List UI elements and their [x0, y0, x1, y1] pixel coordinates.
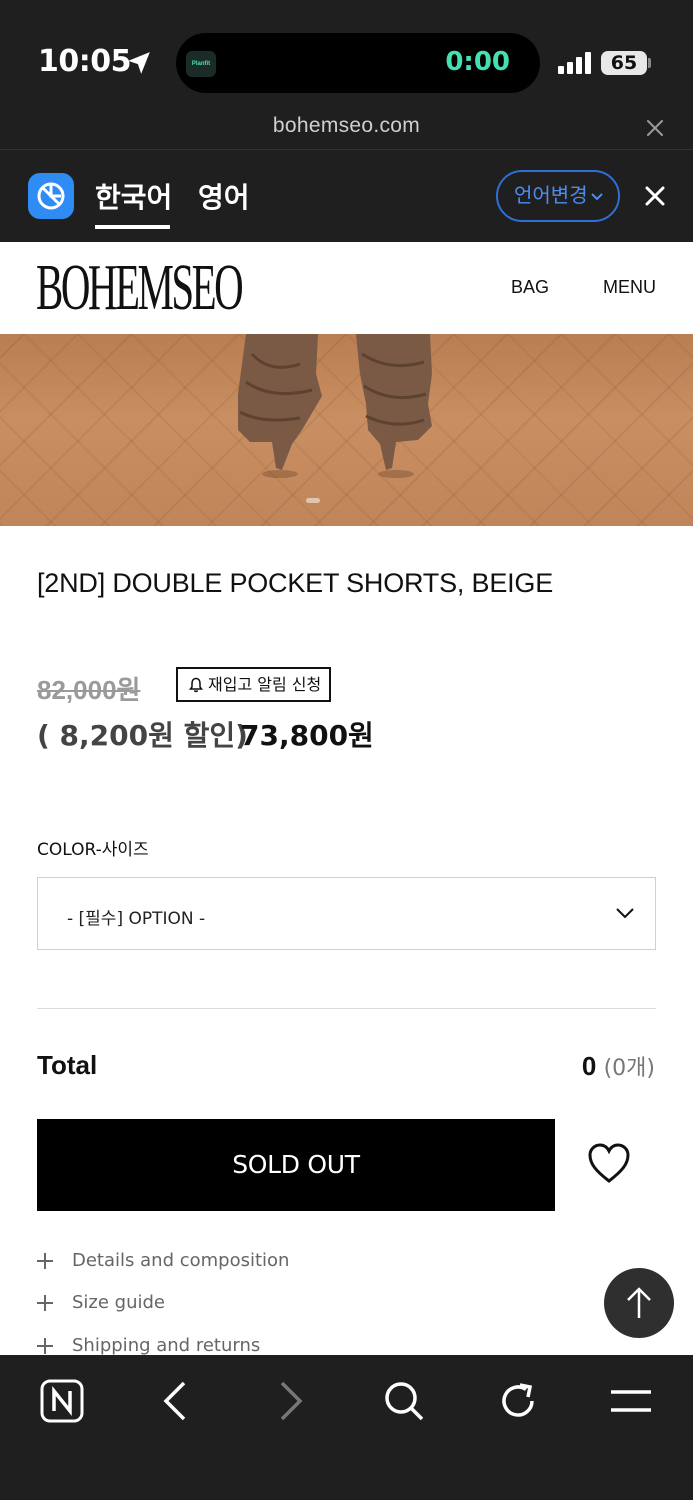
forward-icon[interactable]	[266, 1377, 314, 1425]
translate-logo-icon	[28, 173, 74, 219]
change-language-button[interactable]: 언어변경	[496, 170, 620, 222]
tab-active-indicator	[95, 225, 170, 229]
restock-alert-button[interactable]: 재입고 알림 신청	[176, 667, 331, 702]
total-count: (0개)	[603, 1056, 655, 1081]
product-image[interactable]	[0, 334, 693, 526]
sold-out-button[interactable]: SOLD OUT	[37, 1119, 555, 1211]
accordion-size-guide[interactable]: Size guide	[36, 1290, 336, 1318]
option-select-value: - [필수] OPTION -	[67, 909, 206, 929]
tab-korean[interactable]: 한국어	[95, 176, 172, 216]
accordion-label: Shipping and returns	[72, 1335, 261, 1356]
bell-icon	[189, 677, 203, 693]
total-value: 0 (0개)	[582, 1050, 655, 1082]
refresh-icon[interactable]	[494, 1377, 542, 1425]
signal-icon	[558, 52, 594, 74]
accordion-details[interactable]: Details and composition	[36, 1248, 336, 1276]
island-timer: 0:00	[445, 47, 510, 77]
price-discount: ( 8,200원 할인)	[37, 719, 248, 752]
restock-alert-label: 재입고 알림 신청	[208, 675, 322, 694]
status-time: 10:05	[38, 44, 132, 79]
menu-icon[interactable]	[607, 1377, 655, 1425]
location-arrow-icon	[128, 52, 150, 74]
option-select[interactable]: - [필수] OPTION -	[37, 877, 656, 950]
close-translate-icon[interactable]	[644, 185, 666, 207]
tab-english[interactable]: 영어	[198, 176, 250, 216]
accordion-label: Details and composition	[72, 1250, 290, 1271]
close-icon[interactable]	[645, 118, 665, 138]
product-title: [2ND] DOUBLE POCKET SHORTS, BEIGE	[37, 568, 554, 598]
translate-bar: 한국어 영어 언어변경	[0, 150, 693, 242]
back-icon[interactable]	[152, 1377, 200, 1425]
site-header: BOHEMSEO BAG MENU	[0, 242, 693, 334]
battery-icon: 65	[601, 51, 647, 75]
accordion-label: Size guide	[72, 1292, 166, 1313]
total-amount: 0	[581, 1051, 597, 1081]
url-bar[interactable]: bohemseo.com	[0, 106, 693, 150]
plus-icon	[37, 1253, 53, 1269]
total-label: Total	[37, 1050, 98, 1080]
change-language-label: 언어변경	[514, 185, 588, 207]
plus-icon	[37, 1338, 53, 1354]
price-final: 73,800원	[240, 719, 374, 752]
status-bar: 10:05 Planfit 0:00 65	[0, 0, 693, 106]
naver-icon[interactable]	[38, 1377, 86, 1425]
browser-toolbar	[0, 1355, 693, 1500]
island-app-icon: Planfit	[186, 51, 216, 77]
boots-illustration	[238, 334, 432, 478]
dynamic-island[interactable]: Planfit 0:00	[176, 33, 540, 93]
nav-menu-link[interactable]: MENU	[603, 277, 656, 298]
chevron-down-icon	[616, 908, 634, 919]
scroll-top-button[interactable]	[604, 1268, 674, 1338]
nav-bag-link[interactable]: BAG	[511, 277, 549, 298]
option-label: COLOR-사이즈	[37, 840, 149, 860]
search-icon[interactable]	[380, 1377, 428, 1425]
chevron-down-icon	[591, 193, 603, 201]
url-text[interactable]: bohemseo.com	[0, 114, 693, 138]
battery-tip	[648, 58, 651, 68]
brand-logo[interactable]: BOHEMSEO	[36, 248, 244, 328]
carousel-indicator[interactable]	[306, 498, 320, 503]
arrow-up-icon	[627, 1287, 651, 1318]
heart-icon[interactable]	[586, 1141, 632, 1185]
divider	[37, 1008, 656, 1009]
price-original: 82,000원	[37, 675, 141, 705]
plus-icon	[37, 1295, 53, 1311]
